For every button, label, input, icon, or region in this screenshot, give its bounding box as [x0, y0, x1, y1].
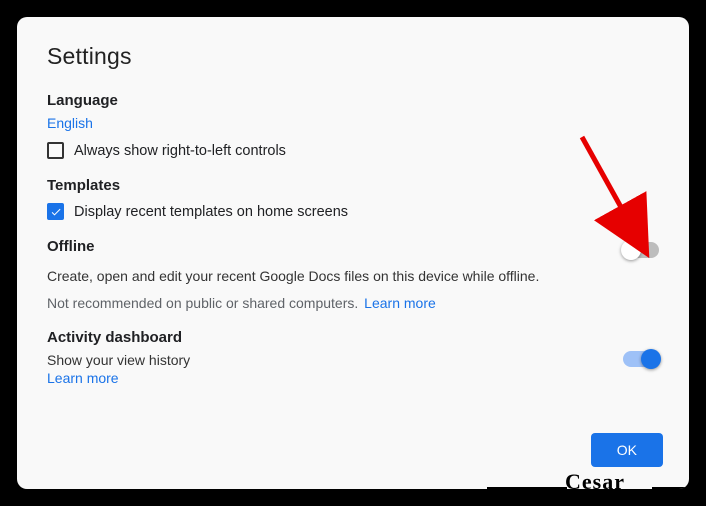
rtl-checkbox[interactable] [47, 142, 64, 159]
language-heading: Language [47, 92, 659, 109]
language-value-link[interactable]: English [47, 115, 93, 131]
activity-desc: Show your view history [47, 352, 190, 368]
activity-learn-more-link[interactable]: Learn more [47, 370, 119, 386]
templates-section: Templates Display recent templates on ho… [47, 177, 659, 220]
templates-row[interactable]: Display recent templates on home screens [47, 203, 659, 220]
ok-button[interactable]: OK [591, 433, 663, 467]
language-section: Language English Always show right-to-le… [47, 92, 659, 159]
offline-warning: Not recommended on public or shared comp… [47, 295, 358, 311]
settings-dialog: Settings Language English Always show ri… [17, 17, 689, 489]
offline-toggle[interactable] [623, 242, 659, 258]
rtl-row[interactable]: Always show right-to-left controls [47, 142, 659, 159]
offline-warning-row: Not recommended on public or shared comp… [47, 295, 659, 311]
offline-heading: Offline [47, 238, 95, 255]
templates-heading: Templates [47, 177, 659, 194]
offline-desc: Create, open and edit your recent Google… [47, 267, 659, 287]
dialog-title: Settings [47, 43, 659, 70]
offline-learn-more-link[interactable]: Learn more [364, 295, 436, 311]
rtl-label: Always show right-to-left controls [74, 143, 286, 159]
activity-heading: Activity dashboard [47, 329, 190, 346]
activity-toggle[interactable] [623, 351, 659, 367]
templates-label: Display recent templates on home screens [74, 204, 348, 220]
offline-section: Offline Create, open and edit your recen… [47, 238, 659, 311]
templates-checkbox[interactable] [47, 203, 64, 220]
activity-section: Activity dashboard Show your view histor… [47, 329, 659, 388]
toggle-knob [641, 349, 661, 369]
toggle-knob [621, 240, 641, 260]
